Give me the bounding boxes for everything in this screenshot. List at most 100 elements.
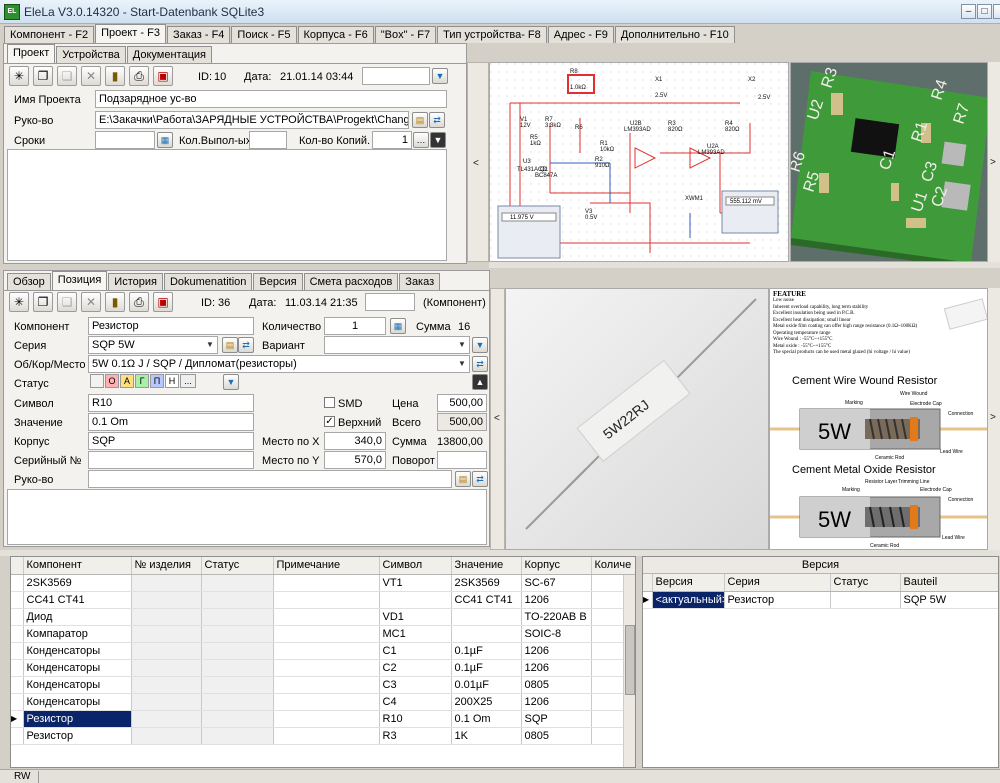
case-cell[interactable]: SC-67 [521,574,592,592]
calendar-icon[interactable]: ▦ [157,132,173,148]
value-cell[interactable]: 0.01µF [451,676,522,694]
variant-dropdown-icon[interactable]: ▼ [455,337,469,353]
part-cell[interactable] [131,591,202,609]
close-button[interactable] [993,4,1000,19]
symbol-cell[interactable]: VT1 [379,574,452,592]
chevron-left-icon-2[interactable]: < [494,413,500,424]
position-tab-0[interactable]: Обзор [7,273,51,290]
grid-col-header[interactable]: № изделия [131,557,202,575]
series-link-icon[interactable]: ⇄ [238,337,254,353]
part-cell[interactable] [131,727,202,745]
position-tab-4[interactable]: Версия [253,273,303,290]
component-cell[interactable]: Конденсаторы [23,676,132,694]
main-tab-2[interactable]: Заказ - F4 [166,26,231,43]
save-position-icon[interactable]: ▮ [105,292,125,312]
part-cell[interactable] [131,659,202,677]
project-tab-2[interactable]: Документация [126,46,212,63]
version-part-cell[interactable]: SQP 5W [900,591,998,609]
project-filter-input[interactable] [362,67,430,85]
grid-col-header[interactable]: Примечание [273,557,380,575]
case-cell[interactable]: 1206 [521,642,592,660]
project-notes-area[interactable] [7,149,447,261]
part-cell[interactable] [131,710,202,728]
table-row[interactable]: Диод VD1 TO-220AB B [11,608,635,626]
horizontal-splitter[interactable] [489,262,1000,268]
status-cell[interactable] [201,710,274,728]
status-cell[interactable] [201,625,274,643]
variant-filter-icon[interactable]: ▼ [472,337,488,353]
case-cell[interactable]: 1206 [521,591,592,609]
position-notes-area[interactable] [7,489,487,545]
project-tab-0[interactable]: Проект [7,44,56,63]
component-cell[interactable]: Резистор [23,710,132,728]
status-cell[interactable] [201,676,274,694]
guide-link-icon[interactable]: ⇄ [472,471,488,487]
value-cell[interactable]: 0.1µF [451,659,522,677]
project-tab-1[interactable]: Устройства [56,46,126,63]
series-dropdown-icon[interactable]: ▼ [203,337,217,353]
main-tab-4[interactable]: Корпуса - F6 [297,26,374,43]
chevron-right-icon[interactable]: > [990,157,996,168]
component-cell[interactable]: 2SK3569 [23,574,132,592]
grid-scrollbar[interactable] [623,575,635,767]
part-cell[interactable] [131,676,202,694]
part-cell[interactable] [131,608,202,626]
table-row[interactable]: Конденсаторы C1 0.1µF 1206 [11,642,635,660]
status-button-4[interactable]: Н [165,374,179,388]
case-cell[interactable]: 0805 [521,676,592,694]
table-row[interactable]: Конденсаторы C3 0.01µF 0805 [11,676,635,694]
status-button-5[interactable]: ... [180,374,196,388]
chevron-right-icon-2[interactable]: > [990,412,996,423]
note-cell[interactable] [273,710,380,728]
grid-scroll-thumb[interactable] [625,625,635,695]
minimize-button[interactable]: – [961,4,976,19]
chevron-down-icon[interactable]: ▼ [430,132,446,148]
component-field[interactable]: Резистор [88,317,254,335]
case-cell[interactable]: SOIC-8 [521,625,592,643]
status-button-2[interactable]: Г [135,374,149,388]
series-select[interactable]: SQP 5W [88,336,218,354]
grid-col-header[interactable]: Корпус [521,557,592,575]
symbol-cell[interactable]: C1 [379,642,452,660]
symbol-cell[interactable]: MC1 [379,625,452,643]
project-path-field[interactable]: E:\Закачки\Работа\ЗАРЯДНЫЕ УСТРОЙСТВА\Pr… [95,111,409,129]
price-field[interactable]: 500,00 [437,394,487,412]
main-tab-5[interactable]: "Box" - F7 [374,26,437,43]
new-position-icon[interactable]: ✳ [9,292,29,312]
value-cell[interactable] [451,625,522,643]
table-row[interactable]: Резистор R3 1K 0805 [11,727,635,745]
symbol-cell[interactable]: R10 [379,710,452,728]
table-row[interactable]: Конденсаторы C2 0.1µF 1206 [11,659,635,677]
object-dropdown-icon[interactable]: ▼ [455,356,469,372]
guide-field[interactable] [88,470,452,488]
link-icon[interactable]: ⇄ [429,112,445,128]
case-cell[interactable]: 0805 [521,727,592,745]
maximize-button[interactable]: □ [977,4,992,19]
note-cell[interactable] [273,591,380,609]
position-tab-1[interactable]: Позиция [51,271,108,290]
main-tab-8[interactable]: Дополнительно - F10 [614,26,735,43]
case-cell[interactable]: 1206 [521,659,592,677]
status-cell[interactable] [201,693,274,711]
case-cell[interactable]: TO-220AB B [521,608,592,626]
value-cell[interactable]: CC41 CT41 [451,591,522,609]
case-cell[interactable]: SQP [521,710,592,728]
object-link-icon[interactable]: ⇄ [472,356,488,372]
serial-field[interactable] [88,451,254,469]
photo-splitter[interactable]: < [490,288,505,550]
calculator-icon[interactable]: ▦ [390,318,406,334]
table-row[interactable]: CC41 CT41 CC41 CT41 1206 [11,591,635,609]
delete-position-icon[interactable]: ✕ [81,292,101,312]
main-tab-0[interactable]: Компонент - F2 [4,26,95,43]
chevron-left-icon[interactable]: < [473,158,479,169]
quantity-field[interactable]: 1 [324,317,386,335]
version-col-header[interactable]: Версия [652,574,725,592]
component-cell[interactable]: Конденсаторы [23,659,132,677]
component-cell[interactable]: Резистор [23,727,132,745]
position-tab-3[interactable]: Dokumenatition [163,273,253,290]
pcb-splitter[interactable]: > [988,62,1000,262]
pdf-icon[interactable]: ▣ [153,66,173,86]
component-cell[interactable]: Компаратор [23,625,132,643]
value-cell[interactable]: 2SK3569 [451,574,522,592]
symbol-cell[interactable]: VD1 [379,608,452,626]
